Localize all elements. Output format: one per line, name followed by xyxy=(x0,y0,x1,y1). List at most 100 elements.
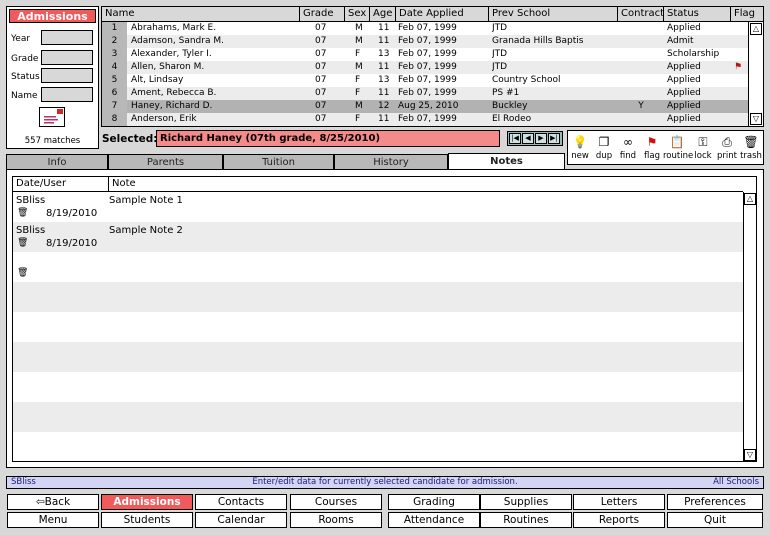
duplicate-icon: ❐ xyxy=(598,135,610,149)
col-header-sex[interactable]: Sex xyxy=(345,7,370,22)
tab-history[interactable]: History xyxy=(334,154,448,170)
status-label: Status xyxy=(11,72,40,82)
nav-preferences-button[interactable]: Preferences xyxy=(667,494,763,510)
nav-rooms-button[interactable]: Rooms xyxy=(290,512,382,528)
first-record-button[interactable]: |◀ xyxy=(509,133,521,144)
table-row[interactable]: 2 Adamson, Sandra M. 07 M 11 Feb 07, 1999 Gran… xyxy=(102,35,748,48)
key-icon: ⚿ xyxy=(698,135,708,149)
table-scrollbar[interactable]: △ ▽ xyxy=(748,22,763,126)
table-row[interactable]: 6 Ament, Rebecca B. 07 F 11 Feb 07, 1999 PS #1… xyxy=(102,87,748,100)
nav-menu-button[interactable]: Menu xyxy=(7,512,99,528)
envelope-icon[interactable] xyxy=(39,107,65,127)
toolbar: 💡 new ❐ dup ∞ find ⚑ flag 📋 routine ⚿ lo… xyxy=(567,130,764,165)
nav-reports-button[interactable]: Reports xyxy=(573,512,665,528)
cell-age: 12 xyxy=(378,101,390,111)
trash-button[interactable]: 🗑 trash xyxy=(739,133,763,165)
note-row-empty xyxy=(13,312,743,342)
cell-prev-school: JTD xyxy=(492,23,508,33)
nav-supplies-button[interactable]: Supplies xyxy=(480,494,572,510)
cell-grade: 07 xyxy=(315,36,327,46)
nav-routines-button[interactable]: Routines xyxy=(480,512,572,528)
table-row[interactable]: 5 Alt, Lindsay 07 F 13 Feb 07, 1999 Country Sc… xyxy=(102,74,748,87)
module-title: Admissions xyxy=(9,9,96,23)
selected-label: Selected: xyxy=(102,133,158,145)
cell-date-applied: Feb 07, 1999 xyxy=(398,49,457,59)
trash-icon[interactable]: 🗑 xyxy=(17,208,28,218)
note-row-new[interactable]: 🗑 xyxy=(13,252,743,282)
table-row[interactable]: 4 Allen, Sharon M. 07 M 11 Feb 07, 1999 JTD App… xyxy=(102,61,748,74)
cell-status: Applied xyxy=(667,75,701,85)
routine-button[interactable]: 📋 routine xyxy=(663,133,693,165)
find-button[interactable]: ∞ find xyxy=(616,133,640,165)
dup-button[interactable]: ❐ dup xyxy=(592,133,616,165)
col-header-grade[interactable]: Grade xyxy=(300,7,345,22)
cell-name: Alt, Lindsay xyxy=(131,75,184,85)
cell-grade: 07 xyxy=(315,62,327,72)
nav-students-button[interactable]: Students xyxy=(101,512,193,528)
name-field[interactable] xyxy=(41,87,93,102)
notes-list: Date/User Note SBliss 🗑 8/19/2010 Sample… xyxy=(12,176,757,462)
cell-prev-school: PS #1 xyxy=(492,88,520,98)
last-record-button[interactable]: ▶| xyxy=(548,133,560,144)
table-row[interactable]: 3 Alexander, Tyler I. 07 F 13 Feb 07, 1999 JTD… xyxy=(102,48,748,61)
note-user: SBliss xyxy=(16,225,46,236)
col-header-name[interactable]: Name xyxy=(102,7,300,22)
cell-grade: 07 xyxy=(315,23,327,33)
note-row[interactable]: SBliss 🗑 8/19/2010 Sample Note 2 xyxy=(13,222,743,252)
table-row[interactable]: 7 Haney, Richard D. 07 M 12 Aug 25, 2010 Buckl… xyxy=(102,100,748,113)
cell-age: 11 xyxy=(378,62,390,72)
lightbulb-icon: 💡 xyxy=(572,135,588,149)
clipboard-icon: 📋 xyxy=(669,135,685,149)
new-button[interactable]: 💡 new xyxy=(568,133,592,165)
print-button[interactable]: ⎙ print xyxy=(715,133,739,165)
cell-name: Adamson, Sandra M. xyxy=(131,36,224,46)
nav-attendance-button[interactable]: Attendance xyxy=(388,512,480,528)
tab-parents[interactable]: Parents xyxy=(108,154,223,170)
col-header-age[interactable]: Age xyxy=(370,7,396,22)
year-field[interactable] xyxy=(41,30,93,45)
status-message: Enter/edit data for currently selected c… xyxy=(252,477,518,487)
col-header-status[interactable]: Status xyxy=(664,7,731,22)
nav-grading-button[interactable]: Grading xyxy=(388,494,480,510)
trash-icon[interactable]: 🗑 xyxy=(17,238,28,248)
next-record-button[interactable]: ▶ xyxy=(535,133,547,144)
status-scope[interactable]: All Schools xyxy=(713,477,759,488)
cell-name: Anderson, Erik xyxy=(131,114,197,124)
lock-button[interactable]: ⚿ lock xyxy=(691,133,715,165)
nav-admissions-button[interactable]: Admissions xyxy=(101,494,193,510)
nav-letters-button[interactable]: Letters xyxy=(573,494,665,510)
search-panel: Admissions Year Grade Status Name 557 ma… xyxy=(6,6,99,149)
col-header-date-applied[interactable]: Date Applied xyxy=(396,7,489,22)
flag-button[interactable]: ⚑ flag xyxy=(640,133,664,165)
notes-col-date-user: Date/User xyxy=(13,177,109,192)
prev-record-button[interactable]: ◀ xyxy=(522,133,534,144)
note-user: SBliss xyxy=(16,195,46,206)
cell-sex: F xyxy=(355,49,361,59)
scroll-up-button[interactable]: △ xyxy=(750,23,762,35)
nav-courses-button[interactable]: Courses xyxy=(290,494,382,510)
tab-info[interactable]: Info xyxy=(6,154,108,170)
table-row[interactable]: 1 Abrahams, Mark E. 07 M 11 Feb 07, 1999 JTD Ap… xyxy=(102,22,748,35)
back-arrow-icon: ⇦ xyxy=(35,496,45,508)
scroll-up-button[interactable]: △ xyxy=(744,193,756,205)
nav-contacts-button[interactable]: Contacts xyxy=(195,494,287,510)
col-header-contract[interactable]: Contract xyxy=(618,7,664,22)
scroll-down-button[interactable]: ▽ xyxy=(750,113,762,125)
nav-quit-button[interactable]: Quit xyxy=(667,512,763,528)
col-header-prev-school[interactable]: Prev School xyxy=(489,7,618,22)
tab-tuition[interactable]: Tuition xyxy=(223,154,334,170)
cell-name: Alexander, Tyler I. xyxy=(131,49,212,59)
cell-prev-school: Granada Hills Baptis xyxy=(492,36,584,46)
nav-back-button[interactable]: ⇦Back xyxy=(7,494,99,510)
note-row[interactable]: SBliss 🗑 8/19/2010 Sample Note 1 xyxy=(13,192,743,222)
trash-icon[interactable]: 🗑 xyxy=(17,268,28,278)
col-header-flag[interactable]: Flag xyxy=(731,7,763,22)
notes-scrollbar[interactable]: △ ▽ xyxy=(743,192,756,461)
cell-age: 11 xyxy=(378,88,390,98)
grade-field[interactable] xyxy=(41,50,93,65)
status-field[interactable] xyxy=(41,68,93,83)
note-text: Sample Note 1 xyxy=(109,195,183,206)
scroll-down-button[interactable]: ▽ xyxy=(744,449,756,461)
table-row[interactable]: 8 Anderson, Erik 07 F 11 Feb 07, 1999 El Rodeo… xyxy=(102,113,748,126)
nav-calendar-button[interactable]: Calendar xyxy=(195,512,287,528)
